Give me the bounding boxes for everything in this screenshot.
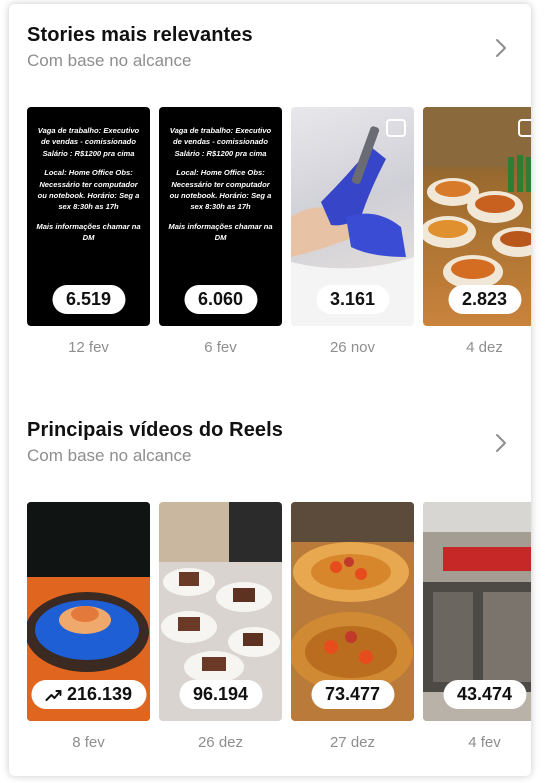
reel-card[interactable]: 216.139 8 fev bbox=[27, 502, 150, 751]
insights-panel: Stories mais relevantes Com base no alca… bbox=[9, 4, 531, 776]
reach-count: 43.474 bbox=[442, 680, 527, 709]
reel-card[interactable]: 73.477 27 dez bbox=[291, 502, 414, 751]
story-card[interactable]: 2.823 4 dez bbox=[423, 107, 531, 356]
stories-title: Stories mais relevantes bbox=[27, 24, 253, 46]
reel-thumbnail: 43.474 bbox=[423, 502, 531, 721]
reel-card[interactable]: 43.474 4 fev bbox=[423, 502, 531, 751]
job-post-text: Vaga de trabalho: Executivo de vendas - … bbox=[36, 126, 141, 243]
reels-row: 216.139 8 fev 96.194 26 dez 73.477 27 de… bbox=[27, 502, 531, 762]
reel-date: 8 fev bbox=[72, 734, 105, 751]
reels-title: Principais vídeos do Reels bbox=[27, 419, 284, 441]
reach-count: 6.060 bbox=[183, 285, 258, 314]
reel-date: 27 dez bbox=[329, 734, 376, 751]
reels-subtitle: Com base no alcance bbox=[27, 446, 192, 465]
chevron-right-icon[interactable] bbox=[489, 431, 513, 455]
reel-thumbnail: 73.477 bbox=[291, 502, 414, 721]
reel-date: 26 dez bbox=[197, 734, 244, 751]
story-card[interactable]: Vaga de trabalho: Executivo de vendas - … bbox=[159, 107, 282, 356]
story-date: 4 dez bbox=[466, 339, 503, 356]
reach-count: 6.519 bbox=[51, 285, 126, 314]
story-thumbnail: 3.161 bbox=[291, 107, 414, 326]
story-thumbnail: 2.823 bbox=[423, 107, 531, 326]
story-thumbnail: Vaga de trabalho: Executivo de vendas - … bbox=[27, 107, 150, 326]
reach-count: 3.161 bbox=[315, 285, 390, 314]
reel-thumbnail: 96.194 bbox=[159, 502, 282, 721]
stories-subtitle: Com base no alcance bbox=[27, 51, 192, 70]
job-post-text: Vaga de trabalho: Executivo de vendas - … bbox=[168, 126, 273, 243]
reel-thumbnail: 216.139 bbox=[27, 502, 150, 721]
story-date: 26 nov bbox=[329, 339, 376, 356]
story-card[interactable]: 3.161 26 nov bbox=[291, 107, 414, 356]
reach-count: 73.477 bbox=[310, 680, 395, 709]
trending-up-icon bbox=[44, 689, 61, 701]
story-date: 6 fev bbox=[204, 339, 237, 356]
reach-count: 96.194 bbox=[178, 680, 263, 709]
reel-date: 4 fev bbox=[468, 734, 501, 751]
chevron-right-icon[interactable] bbox=[489, 36, 513, 60]
story-date: 12 fev bbox=[68, 339, 109, 356]
media-tag-icon bbox=[518, 119, 531, 137]
reach-count: 216.139 bbox=[30, 680, 147, 709]
stories-row: Vaga de trabalho: Executivo de vendas - … bbox=[27, 107, 531, 367]
reel-card[interactable]: 96.194 26 dez bbox=[159, 502, 282, 751]
media-tag-icon bbox=[386, 119, 406, 137]
story-thumbnail: Vaga de trabalho: Executivo de vendas - … bbox=[159, 107, 282, 326]
story-card[interactable]: Vaga de trabalho: Executivo de vendas - … bbox=[27, 107, 150, 356]
reach-count: 2.823 bbox=[447, 285, 522, 314]
